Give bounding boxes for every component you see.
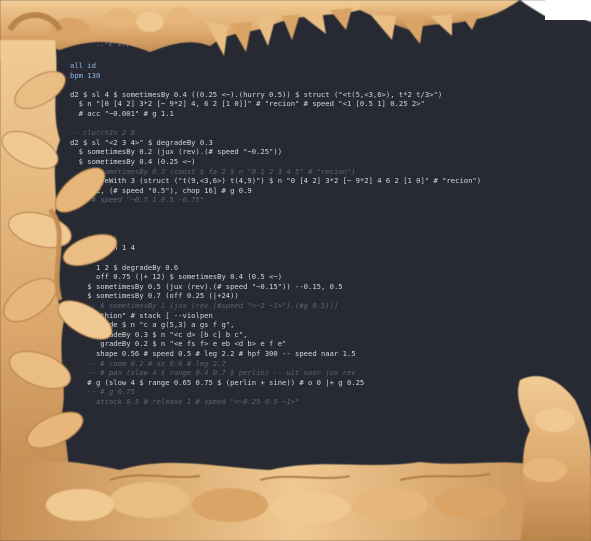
code-line[interactable]: $ sometimesBy 0.5 (jux (rev).(# speed "~… [70, 282, 342, 291]
code-line[interactable]: $ sometimesBy 0.4 (0.25 <~) [70, 158, 196, 166]
code-line[interactable]: -- $ sometimesBy 0.3 (const $ fa 2 $ n "… [70, 167, 356, 176]
code-line[interactable]: $ n "[0 [4 2] 3*2 [~ 9*2] 4, 6 2 [1 0]]"… [70, 100, 425, 108]
code-line[interactable]: gradeBy 0.2 $ n "<e fs f> e eb <d b> e f… [70, 340, 286, 348]
code-line[interactable]: ithion" # stack [ --violpen [70, 311, 213, 320]
code-line[interactable]: -- # pan (slow 4 $ range 0.4 0.7 $ perli… [70, 369, 355, 377]
code-line[interactable]: $ weaveWith 3 (struct ("t(9,<3,6>) t(4,9… [70, 177, 481, 185]
code-line[interactable]: bpm 130 [70, 71, 100, 80]
code-line[interactable]: # acc "~0.001" # g 1.1 [70, 110, 174, 118]
code-line[interactable]: shape 0.56 # speed 0.5 # leg 2.2 # hpf 3… [70, 350, 356, 358]
code-line[interactable]: gradeBy 0.3 $ n "<c d> [b c] b c", [70, 330, 247, 339]
code-line[interactable]: d2 $ sl 4 $ sometimesBy 0.4 ((0.25 <~).(… [70, 90, 442, 99]
code-line[interactable]: 1 2 $ degradeBy 0.6 [70, 263, 178, 272]
code-line[interactable]: -- # speed "~0.5 1 0.5 -0.75" [70, 196, 205, 204]
line-number: 40 [52, 399, 60, 406]
code-line[interactable]: -- # g 0.75 [70, 388, 135, 396]
line-number: 39 [52, 389, 60, 397]
code-line[interactable]: -- # room 0.2 # sz 0.6 # leg 2.7 [70, 359, 225, 368]
line-number: 38 [52, 379, 60, 387]
code-line[interactable]: off 0.75 (|+ 12) $ sometimesBy 0.4 (0.5 … [70, 273, 282, 281]
code-line[interactable]: ade $ n "c a g(5,3) a gs f g", [70, 321, 235, 329]
code-line[interactable]: d1 [70, 254, 105, 262]
code-line[interactable]: $ sometimesBy 0.7 (off 0.25 (|+24)) [70, 292, 238, 300]
code-line[interactable]: d2 $ sl "<2 3 4>" $ degradeBy 0.3 [70, 138, 213, 147]
code-editor[interactable]: ..*e*s.,./ all id bpm 130 d2 $ sl 4 $ some… [0, 0, 591, 541]
code-line[interactable]: adeIn 1 4 [70, 244, 135, 252]
code-line[interactable]: all id [70, 62, 96, 70]
code-line[interactable]: # g (slow 4 $ range 0.65 0.75 $ (perlin … [70, 378, 364, 387]
code-line[interactable]: -- $ sometimesBy 1 (jux (rev.(#speed "<~… [70, 302, 338, 310]
code-line[interactable]: attack 0.5 # release 1 # speed "<~0.25 0… [70, 398, 299, 406]
code-line[interactable]: ch1ll [70, 234, 118, 243]
code-line[interactable]: $ sometimesBy 0.2 (jux (rev).(# speed "~… [70, 148, 282, 156]
code-line[interactable]: [fa 2, (# speed "0.5"), chop 16] # g 0.9 [70, 186, 252, 195]
code-area[interactable]: all id bpm 130 d2 $ sl 4 $ sometimesBy 0.4… [0, 0, 591, 541]
code-line[interactable]: -- clutchIn 2 8 [70, 129, 135, 137]
